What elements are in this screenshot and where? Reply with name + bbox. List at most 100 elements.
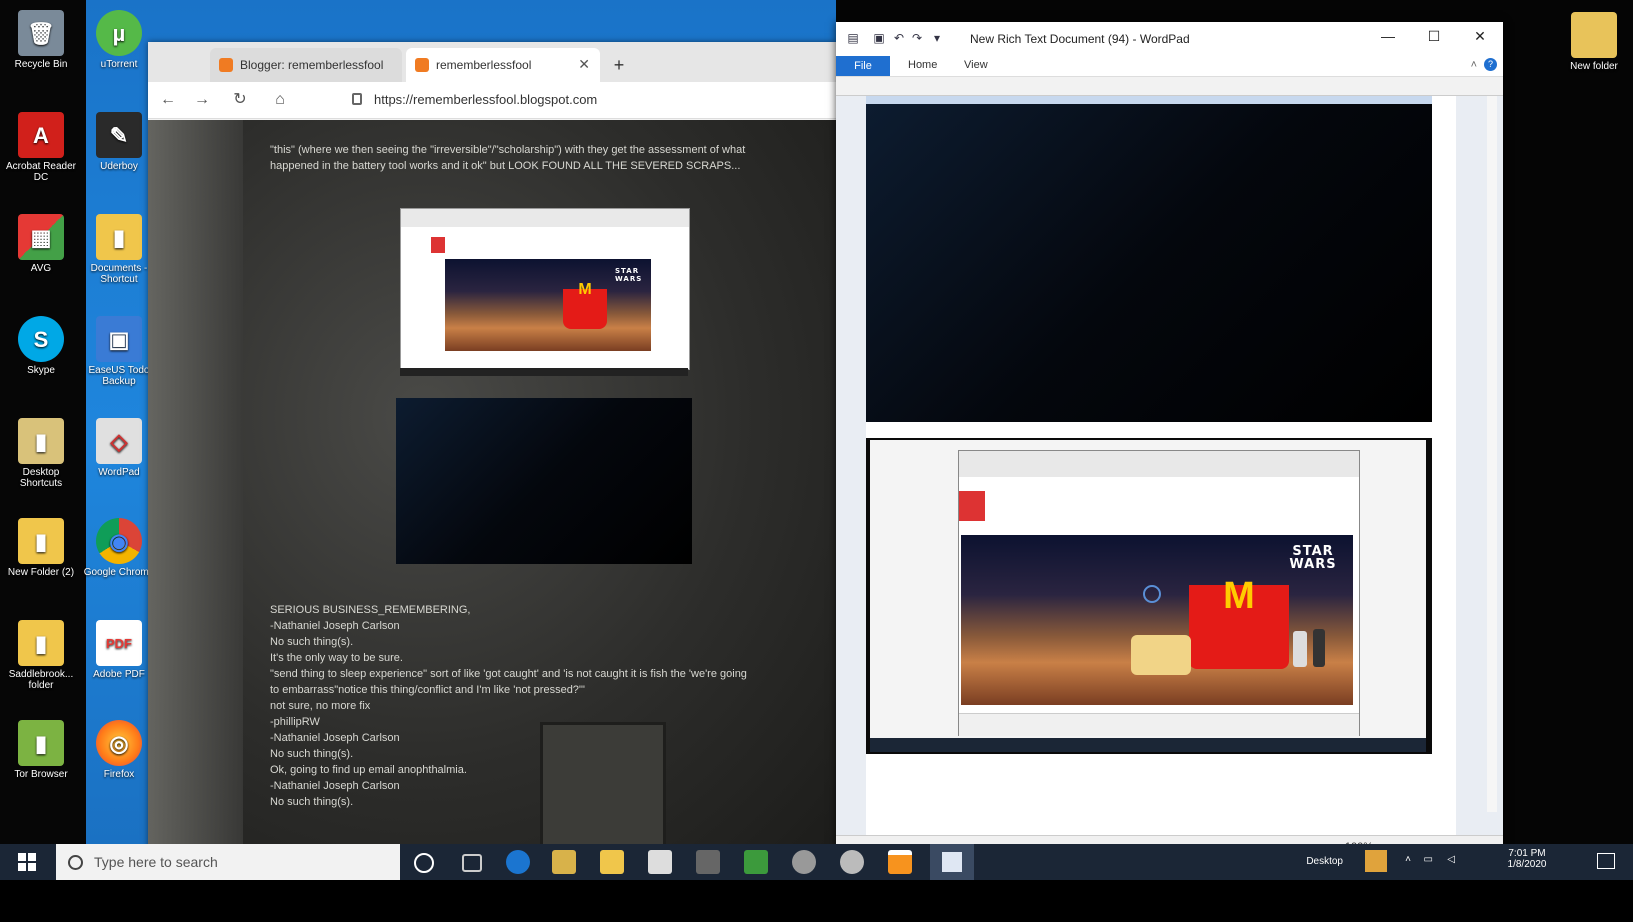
undo-icon[interactable]: ↶ [892,31,906,45]
cortana-icon[interactable] [414,853,434,873]
file-tab[interactable]: File [836,56,890,76]
figure-toy [1293,631,1307,667]
post-line: No such thing(s). [270,796,354,808]
task-view-icon[interactable] [462,854,482,872]
post-line: No such thing(s). [270,636,354,648]
app-icon[interactable] [792,850,816,874]
document-area: M STAR WARS [836,96,1503,836]
clock[interactable]: 7:01 PM 1/8/2020 [1497,848,1557,870]
desktop-icon-new-folder[interactable]: New folder [1555,12,1633,72]
post-line: -phillipRW [270,716,320,728]
desktop-icon-tor-browser[interactable]: ▮ Tor Browser [2,720,80,780]
edge-icon[interactable] [506,850,530,874]
home-icon[interactable]: ⌂ [270,90,290,110]
tab-home[interactable]: Home [908,59,937,71]
wordpad-window: ▤ ▣ ↶ ↷ ▾ New Rich Text Document (94) - … [836,22,1503,860]
happy-meal-image-small: M STAR WARS [445,259,651,351]
desktop-icon-label: uTorrent [100,59,138,70]
address-bar[interactable]: https://rememberlessfool.blogspot.com [346,88,844,112]
post-line: "this" (where we then seeing the "irreve… [270,144,746,156]
pen-icon: ✎ [96,112,142,158]
browser-toolbar: ← → ↻ ⌂ https://rememberlessfool.blogspo… [148,82,836,119]
help-icon[interactable]: ? [1484,58,1497,71]
tab-rememberlessfool[interactable]: rememberlessfool ✕ [406,48,600,82]
desktop-icon-adobe-pdf[interactable]: PDF Adobe PDF [80,620,158,680]
collapse-ribbon-icon[interactable]: ˄ [1471,59,1477,71]
embedded-toolbar [401,209,689,227]
refresh-icon[interactable]: ↻ [230,90,250,110]
recycle-bin-icon: 🗑 [18,10,64,56]
maximize-button[interactable]: ☐ [1419,28,1449,48]
tab-view[interactable]: View [964,59,988,71]
back-icon[interactable]: ← [158,90,178,110]
avg-icon: ▦ [18,214,64,260]
chevron-up-icon[interactable]: ˄ [1405,854,1411,865]
minimize-button[interactable]: — [1373,28,1403,48]
network-icon[interactable]: ▭ [1424,854,1433,865]
post-line: "send thing to sleep experience" sort of… [270,668,747,680]
tray-app-icon[interactable] [1365,850,1387,872]
desktop-icon-label: Desktop Shortcuts [19,467,63,489]
folder-icon: ▮ [96,214,142,260]
close-button[interactable]: ✕ [1465,28,1495,48]
spreadsheet-icon[interactable] [744,850,768,874]
desktop-icon-desktop-shortcuts[interactable]: ▮ Desktop Shortcuts [2,418,80,489]
tab-blogger[interactable]: Blogger: rememberlessfool [210,48,402,82]
close-tab-icon[interactable]: ✕ [578,56,590,73]
new-tab-button[interactable]: + [604,48,634,82]
customize-quick-access-icon[interactable]: ▾ [930,31,944,45]
desktop-icon-recycle-bin[interactable]: 🗑 Recycle Bin [2,10,80,70]
desktop-icon-new-folder-2[interactable]: ▮ New Folder (2) [2,518,80,578]
mail-icon[interactable] [648,850,672,874]
desktop-toolbar-label[interactable]: Desktop [1306,856,1343,867]
embedded-screenshot-large: M STAR WARS [866,438,1432,754]
post-line: happened in the battery tool works and i… [270,160,741,172]
desktop-icon-firefox[interactable]: ◎ Firefox [80,720,158,780]
desktop-icon-wordpad[interactable]: ◇ WordPad [80,418,158,478]
wordpad-taskbar-button[interactable] [930,844,974,880]
embedded-taskbar [400,368,688,376]
volume-icon[interactable]: ◁ [1447,854,1455,865]
desktop-icon-utorrent[interactable]: µ uTorrent [80,10,158,70]
forward-icon[interactable]: → [192,90,212,110]
blogger-icon [219,58,233,72]
firefox-icon: ◎ [96,720,142,766]
post-line: No such thing(s). [270,748,354,760]
desktop-icon-documents-shortcut[interactable]: ▮ Documents - Shortcut [80,214,158,285]
desktop-icon-acrobat[interactable]: A Acrobat Reader DC [2,112,80,183]
search-icon [68,855,83,870]
file-explorer-icon[interactable] [600,850,624,874]
desktop-icon-chrome[interactable]: ◉ Google Chrome [80,518,158,578]
desktop-icon-easeus[interactable]: ▣ EaseUS Todo Backup [80,316,158,387]
desktop-icon-label: Acrobat Reader DC [5,161,77,183]
notifications-icon[interactable] [1597,853,1615,869]
embedded-download-bar [959,713,1359,736]
app-icon[interactable] [840,850,864,874]
folder-icon [1571,12,1617,58]
post-line: -Nathaniel Joseph Carlson [270,732,400,744]
desktop-icon-saddlebrook-folder[interactable]: ▮ Saddlebrook... folder [2,620,80,691]
desktop-icon-label: Recycle Bin [14,59,68,70]
wordpad-icon [942,852,962,872]
desktop-icon-uderboy[interactable]: ✎ Uderboy [80,112,158,172]
desktop-icon-label: Tor Browser [14,769,68,780]
taskbar-search-box[interactable]: Type here to search [56,844,400,880]
vlc-icon[interactable] [888,850,912,874]
save-icon[interactable]: ▣ [872,31,886,45]
redo-icon[interactable]: ↷ [910,31,924,45]
desktop-icon-label: Google Chrome [83,567,155,578]
arches-logo: M [1223,575,1255,617]
wordpad-ribbon-tabs: File Home View ˄ ? [836,56,1503,77]
arches-logo: M [578,281,592,298]
desktop-icon-label: EaseUS Todo Backup [88,365,150,387]
desktop-icon-avg[interactable]: ▦ AVG [2,214,80,274]
dark-video-frame [396,398,692,564]
start-button[interactable] [18,853,36,871]
embedded-browser-toolbar [959,451,1359,477]
vertical-scrollbar[interactable] [1487,96,1497,812]
store-icon[interactable] [552,850,576,874]
app-icon[interactable] [696,850,720,874]
star-wars-logo: STAR WARS [615,267,643,283]
document-page[interactable]: M STAR WARS [866,96,1456,836]
desktop-icon-skype[interactable]: S Skype [2,316,80,376]
